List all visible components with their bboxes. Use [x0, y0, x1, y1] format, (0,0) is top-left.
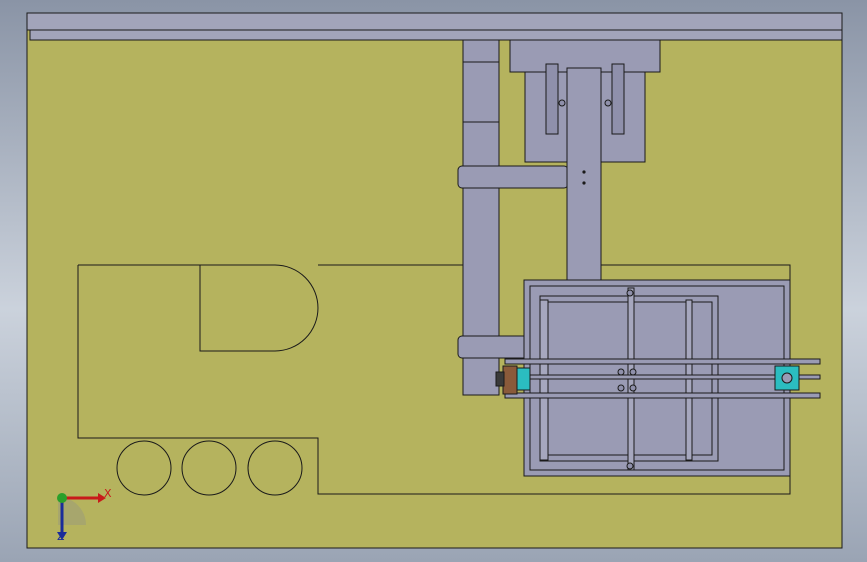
column-clamp-1[interactable] [457, 165, 569, 189]
axis-z-label: Z [57, 530, 65, 543]
brown-end-block[interactable] [502, 365, 518, 395]
top-rail[interactable] [26, 12, 843, 31]
cyan-block-left[interactable] [515, 367, 531, 391]
axis-x-label: X [104, 487, 112, 500]
graphics-viewport[interactable]: X Z [0, 0, 867, 562]
motor-housing[interactable] [509, 39, 661, 73]
rail-upper[interactable] [504, 358, 821, 365]
top-rail-lip[interactable] [29, 29, 843, 41]
model-view[interactable] [0, 0, 867, 562]
rail-lower[interactable] [504, 392, 821, 399]
